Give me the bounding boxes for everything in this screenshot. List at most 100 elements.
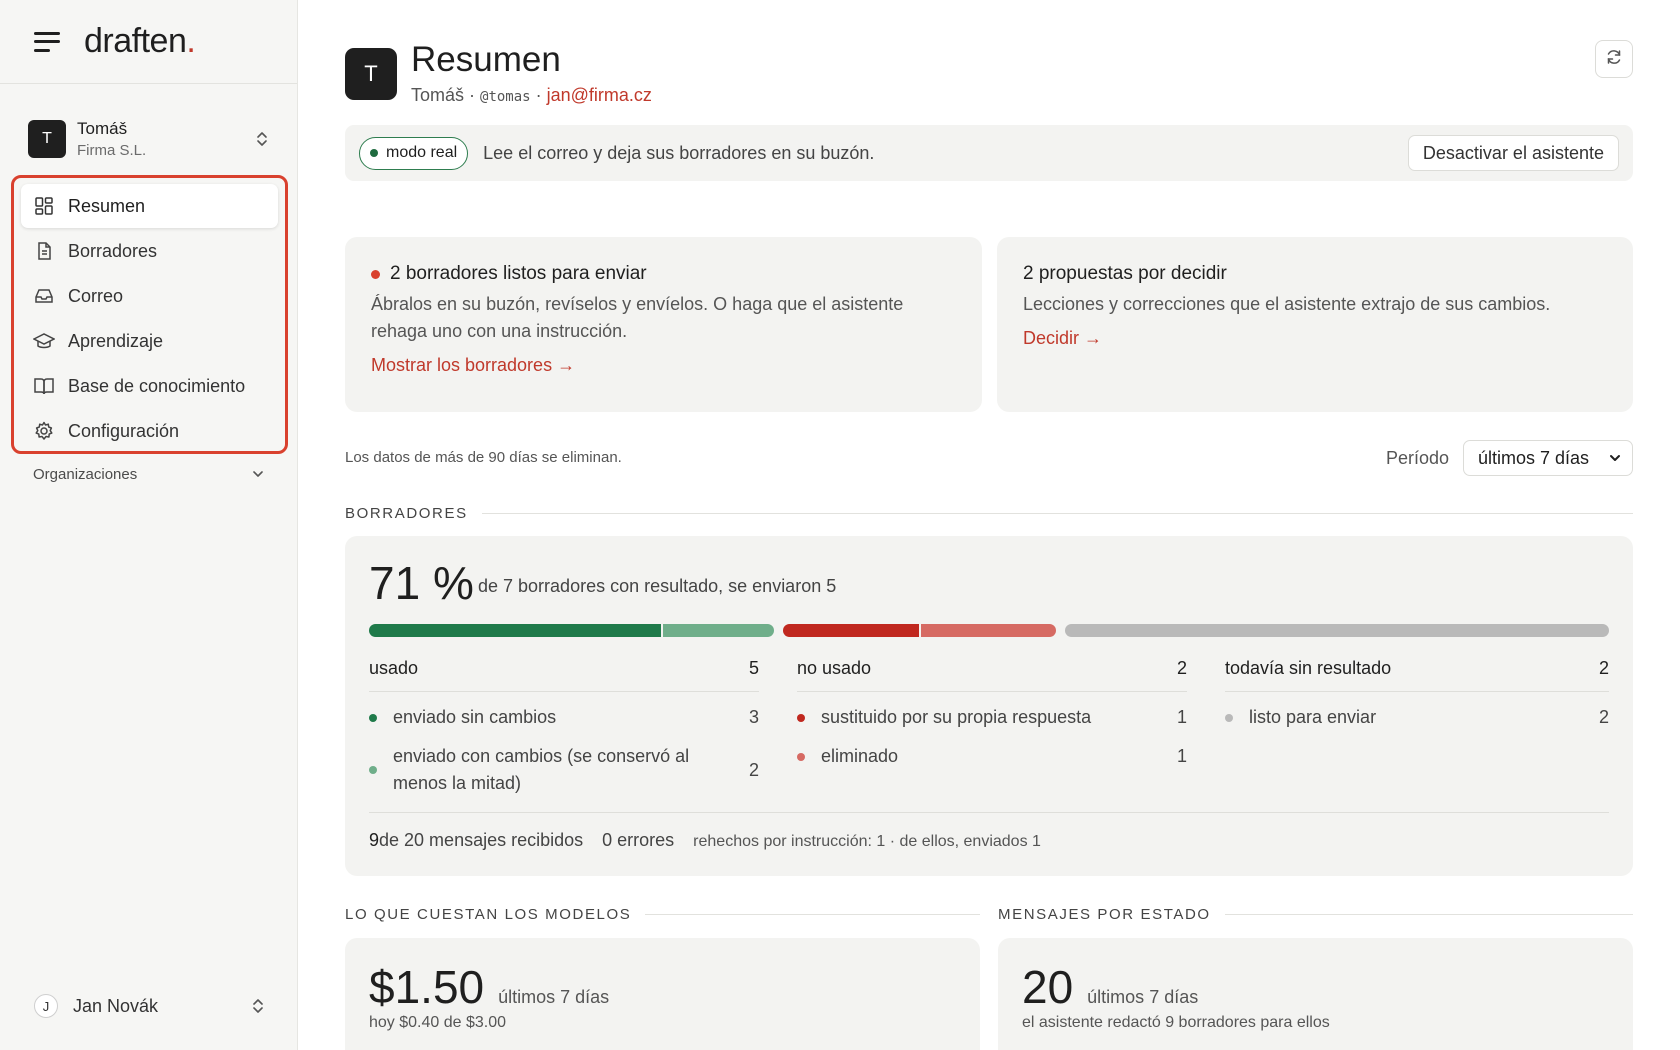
used-column: usado 5 enviado sin cambios 3 enviado con …: [369, 658, 759, 797]
row-label: listo para enviar: [1249, 707, 1377, 727]
user-name: Jan Novák: [73, 995, 159, 1016]
proposals-title: 2 propuestas por decidir: [1023, 263, 1227, 284]
graduation-cap-icon: [33, 330, 55, 352]
period-select[interactable]: últimos 7 días: [1463, 440, 1633, 476]
column-title: todavía sin resultado: [1225, 658, 1392, 678]
bar-deleted: [921, 624, 1056, 637]
column-count: 2: [1176, 658, 1187, 678]
row-count: 2: [1598, 707, 1609, 727]
menu-icon[interactable]: [34, 31, 60, 52]
cost-today: hoy $0.40 de $3.00: [369, 1014, 507, 1031]
deactivate-assistant-button[interactable]: Desactivar el asistente: [1407, 135, 1619, 171]
states-section-heading: MENSAJES POR ESTADO: [998, 906, 1633, 923]
list-item: sustituido por su propia respuesta 1: [797, 704, 1187, 731]
user-menu[interactable]: J Jan Novák: [34, 994, 266, 1018]
sidebar-item-borradores[interactable]: Borradores: [21, 229, 278, 273]
account-switcher[interactable]: T Tomáš Firma S.L.: [28, 116, 270, 162]
received-text: de 20 mensajes recibidos: [379, 830, 584, 850]
bar-ready-to-send: [1065, 624, 1609, 637]
legend-dot: [1225, 713, 1233, 722]
pending-column-header: todavía sin resultado 2: [1225, 658, 1609, 692]
received-count: 9: [369, 830, 380, 850]
retention-note: Los datos de más de 90 días se eliminan.: [345, 449, 622, 466]
sidebar-nav: Resumen Borradores Correo Aprendizaje Ba…: [11, 175, 288, 454]
pending-bar: [1065, 624, 1609, 637]
decide-link[interactable]: Decidir →: [1023, 328, 1102, 349]
legend-dot: [797, 713, 805, 722]
mode-banner: modo real Lee el correo y deja sus borra…: [345, 125, 1633, 181]
document-icon: [33, 240, 55, 262]
brand-bar: draften.: [0, 0, 297, 84]
drafts-section-label: BORRADORES: [345, 505, 468, 522]
mode-badge: modo real: [359, 136, 469, 170]
inbox-icon: [33, 285, 55, 307]
proposals-card: 2 propuestas por decidir Lecciones y cor…: [997, 237, 1633, 412]
divider: [369, 812, 1609, 813]
account-avatar: T: [28, 120, 66, 158]
mode-badge-label: modo real: [386, 144, 458, 161]
separator: ·: [464, 85, 481, 105]
profile-subline: Tomáš · @tomas · jan@firma.cz: [411, 85, 652, 106]
divider: [481, 513, 1633, 514]
refresh-button[interactable]: [1595, 40, 1633, 78]
legend-dot: [369, 766, 377, 774]
show-drafts-link[interactable]: Mostrar los borradores →: [371, 355, 575, 376]
account-name: Tomáš: [77, 119, 128, 138]
bar-sent-changed: [663, 624, 774, 637]
organizations-toggle[interactable]: Organizaciones: [33, 466, 265, 483]
drafts-stats-card: 71 % de 7 borradores con resultado, se e…: [345, 536, 1633, 876]
cost-section-heading: LO QUE CUESTAN LOS MODELOS: [345, 906, 980, 923]
cost-section-label: LO QUE CUESTAN LOS MODELOS: [345, 906, 632, 923]
messages-period: últimos 7 días: [1087, 987, 1199, 1007]
account-org: Firma S.L.: [77, 142, 147, 159]
cost-value: $1.50: [369, 961, 485, 1013]
messages-by-state-card: 20 últimos 7 días el asistente redactó 9…: [998, 938, 1633, 1050]
sidebar-item-configuracion[interactable]: Configuración: [21, 409, 278, 453]
row-count: 1: [1176, 707, 1187, 727]
logo[interactable]: draften.: [84, 22, 196, 61]
list-item: listo para enviar 2: [1225, 704, 1609, 731]
sidebar-item-label: Base de conocimiento: [68, 375, 246, 396]
sidebar-item-label: Borradores: [68, 240, 158, 261]
legend-dot: [797, 752, 805, 761]
status-dot: [370, 149, 378, 157]
not-used-column: no usado 2 sustituido por su propia respu…: [797, 658, 1187, 770]
sent-percentage: 71 %: [369, 557, 474, 609]
profile-email[interactable]: jan@firma.cz: [547, 85, 652, 105]
cost-kpi: $1.50 últimos 7 días: [369, 960, 609, 1014]
list-item: eliminado 1: [797, 743, 1187, 770]
list-item: enviado sin cambios 3: [369, 704, 759, 731]
sidebar-item-label: Resumen: [68, 195, 146, 216]
drafts-ready-card: 2 borradores listos para enviar Ábralos …: [345, 237, 982, 412]
sidebar-item-label: Aprendizaje: [68, 330, 164, 351]
sidebar-item-correo[interactable]: Correo: [21, 274, 278, 318]
sidebar-item-base-de-conocimiento[interactable]: Base de conocimiento: [21, 364, 278, 408]
chevron-down-icon: [251, 466, 265, 483]
proposals-text: Lecciones y correcciones que el asistent…: [1023, 294, 1551, 314]
organizations-label: Organizaciones: [33, 466, 138, 483]
states-section-label: MENSAJES POR ESTADO: [998, 906, 1211, 923]
separator: ·: [530, 85, 547, 105]
row-label: enviado sin cambios: [393, 707, 557, 727]
pending-column: todavía sin resultado 2 listo para enviar…: [1225, 658, 1609, 731]
legend-dot: [369, 713, 377, 722]
row-count: 3: [748, 707, 759, 727]
messages-value: 20: [1022, 961, 1074, 1013]
drafts-footer: 9 de 20 mensajes recibidos 0 errores reh…: [369, 830, 1041, 851]
period-filter: Período últimos 7 días: [1386, 440, 1633, 476]
row-label: enviado con cambios (se conservó al meno…: [393, 746, 690, 793]
used-column-header: usado 5: [369, 658, 759, 692]
sidebar-item-aprendizaje[interactable]: Aprendizaje: [21, 319, 278, 363]
sidebar: draften. T Tomáš Firma S.L. Resumen Borr…: [0, 0, 298, 1050]
sent-summary: de 7 borradores con resultado, se enviar…: [478, 576, 837, 596]
drafts-ready-title: 2 borradores listos para enviar: [371, 263, 956, 285]
mode-description: Lee el correo y deja sus borradores en s…: [483, 142, 875, 163]
refresh-icon: [1605, 48, 1623, 71]
sidebar-item-resumen[interactable]: Resumen: [21, 184, 278, 228]
list-item: enviado con cambios (se conservó al meno…: [369, 743, 759, 797]
not-used-bar: [783, 624, 1056, 637]
drafts-section-heading: BORRADORES: [345, 505, 1633, 522]
row-label: sustituido por su propia respuesta: [821, 707, 1092, 727]
profile-name: Tomáš: [411, 85, 465, 105]
column-title: usado: [369, 658, 419, 678]
